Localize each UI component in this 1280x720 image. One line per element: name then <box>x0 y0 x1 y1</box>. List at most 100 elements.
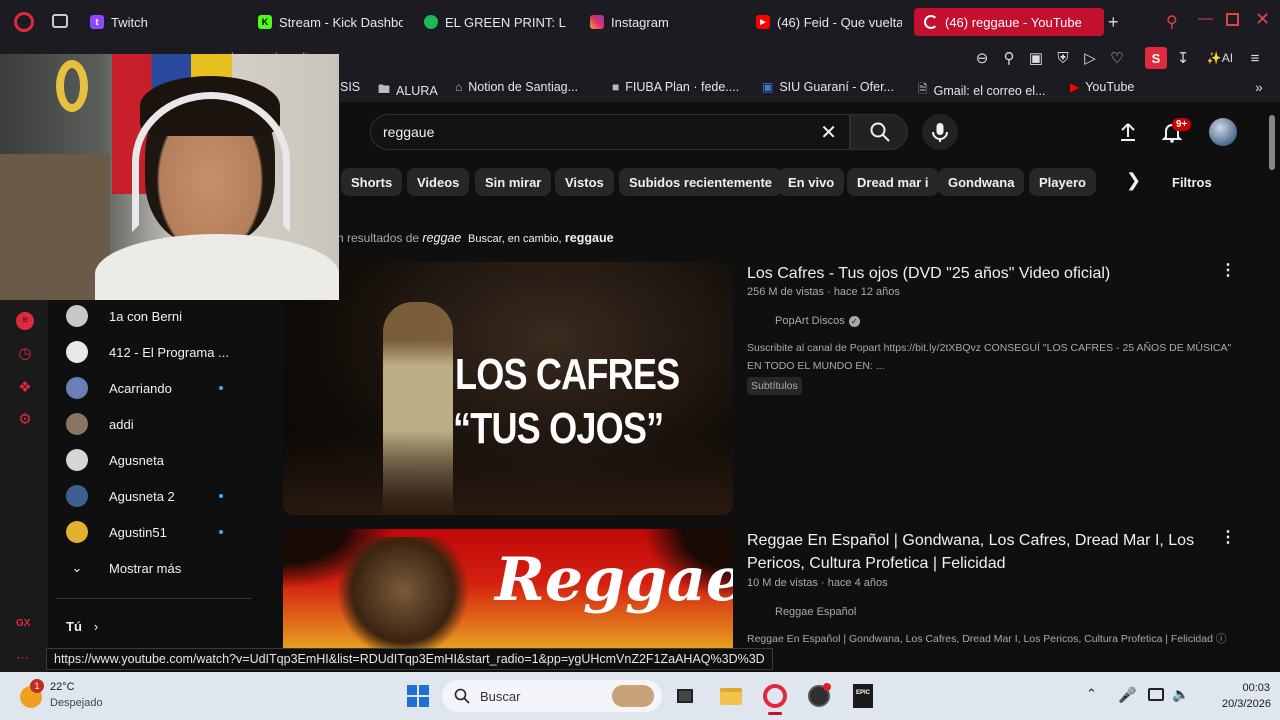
workspaces-icon[interactable] <box>52 14 68 28</box>
bookmark-youtube[interactable]: ▶ YouTube <box>1070 80 1134 94</box>
correction-shown[interactable]: reggae <box>422 231 461 245</box>
bookmark-alura[interactable]: 🖿 ALURA <box>378 80 438 101</box>
extensions-icon[interactable]: ❖ <box>16 378 34 396</box>
download-icon[interactable]: ↧ <box>1172 47 1194 69</box>
close-window-icon[interactable]: ✕ <box>1255 9 1270 30</box>
network-icon[interactable] <box>1148 688 1164 701</box>
filter-chip[interactable]: Playero <box>1029 168 1096 196</box>
sidebar-subscription[interactable]: 1a con Berni <box>66 304 182 328</box>
upload-button[interactable] <box>1116 120 1140 144</box>
new-tab-icon[interactable]: + <box>1108 12 1119 33</box>
scrollbar-thumb[interactable] <box>1269 115 1275 170</box>
tray-overflow-icon[interactable]: ⌃ <box>1086 686 1097 702</box>
sidebar-subscription[interactable]: 412 - El Programa ... <box>66 340 229 364</box>
tab-label: EL GREEN PRINT: La <box>445 14 566 30</box>
show-more-button[interactable]: ⌄ Mostrar más <box>66 556 182 580</box>
video-menu-icon[interactable]: ⋮ <box>1220 527 1236 547</box>
channel-row[interactable]: Reggae Español <box>747 602 856 622</box>
correction-alt-prefix: Buscar, en cambio, <box>468 233 562 245</box>
microphone-tray-icon[interactable]: 🎤 <box>1118 686 1137 704</box>
filter-chip-label: Gondwana <box>948 174 1015 190</box>
filter-chip[interactable]: Videos <box>407 168 470 196</box>
epic-games-icon[interactable]: EPIC <box>851 684 875 708</box>
more-dots-icon[interactable]: ⋯ <box>16 650 29 666</box>
settings-icon[interactable]: ⚙ <box>16 410 34 428</box>
pin-icon[interactable]: ⚲ <box>998 47 1020 69</box>
voice-search-button[interactable] <box>922 114 958 150</box>
bookmarks-overflow-icon[interactable]: » <box>1255 79 1263 95</box>
bookmark-label: Notion de Santiag... <box>468 80 579 94</box>
opera-gx-icon[interactable] <box>763 684 787 708</box>
sidebar-subscription[interactable]: Agusneta <box>66 448 164 472</box>
volume-icon[interactable]: 🔈 <box>1172 686 1189 703</box>
filter-chip[interactable]: Vistos <box>555 168 614 196</box>
search-tabs-icon[interactable]: ⚲ <box>1166 12 1178 32</box>
video-title[interactable]: Reggae En Español | Gondwana, Los Cafres… <box>747 529 1202 575</box>
gx-icon[interactable]: GX <box>16 618 30 629</box>
clock-date: 20/3/2026 <box>1222 698 1271 710</box>
chips-next-icon[interactable]: ❯ <box>1126 170 1141 191</box>
video-menu-icon[interactable]: ⋮ <box>1220 260 1236 280</box>
music-icon[interactable]: ≡ <box>16 312 34 330</box>
shield-icon[interactable]: ⛨ <box>1052 47 1074 69</box>
video-thumbnail[interactable]: Reggae <box>283 529 733 649</box>
upload-icon <box>1121 123 1135 141</box>
tab-twitch[interactable]: t Twitch <box>90 8 148 36</box>
bookmark-siu[interactable]: ▣ SIU Guaraní - Ofer... <box>762 80 894 94</box>
correction-prefix: n resultados de <box>337 231 420 245</box>
bookmark-gmail[interactable]: 🗎 Gmail: el correo el... <box>918 80 1046 101</box>
zoom-icon[interactable]: ⊖ <box>971 47 993 69</box>
tab-youtube-reggaue[interactable]: (46) reggaue - YouTube <box>914 8 1104 36</box>
file-explorer-icon[interactable] <box>719 684 743 708</box>
profile-s-icon[interactable]: S <box>1145 47 1167 69</box>
opera-logo-icon[interactable] <box>14 12 34 32</box>
tab-instagram[interactable]: Instagram <box>590 8 669 36</box>
menu-icon[interactable]: ≡ <box>1244 47 1266 69</box>
tab-kick[interactable]: K Stream - Kick Dashbo <box>258 8 403 36</box>
sidebar-subscription[interactable]: addi <box>66 412 134 436</box>
sidebar-subscription[interactable]: Agustin51 <box>66 520 167 544</box>
tab-label: (46) reggaue - YouTube <box>945 14 1082 30</box>
youtube-icon: ▶ <box>756 15 770 29</box>
tab-label: Stream - Kick Dashbo <box>279 14 403 30</box>
balloon-zero <box>56 60 88 112</box>
taskbar-search[interactable]: Buscar <box>442 680 662 712</box>
tab-youtube-feid[interactable]: ▶ (46) Feid - Que vuelta <box>756 8 902 36</box>
maximize-icon[interactable] <box>1226 13 1239 26</box>
snapshot-icon[interactable]: ▣ <box>1025 47 1047 69</box>
windows-start-icon[interactable] <box>406 684 430 708</box>
avatar[interactable] <box>1209 118 1237 146</box>
sidebar-divider <box>56 598 251 599</box>
tab-spotify[interactable]: EL GREEN PRINT: La <box>424 8 566 36</box>
task-view-icon[interactable] <box>673 684 697 708</box>
channel-avatar <box>66 521 88 543</box>
sidebar-subscription[interactable]: Agusneta 2 <box>66 484 175 508</box>
filter-chip[interactable]: Gondwana <box>938 168 1025 196</box>
filter-chip[interactable]: Sin mirar <box>475 168 552 196</box>
filter-chip[interactable]: Subidos recientemente <box>619 168 783 196</box>
ai-icon[interactable]: ✨AI <box>1205 47 1235 69</box>
search-input[interactable]: reggaue ✕ <box>370 114 850 150</box>
sidebar-subscription[interactable]: Acarriando <box>66 376 172 400</box>
page-scrollbar[interactable] <box>1268 110 1276 670</box>
filter-chip[interactable]: Dread mar i <box>847 168 939 196</box>
filters-button[interactable]: Filtros <box>1162 168 1222 196</box>
player-icon[interactable]: ▷ <box>1079 47 1101 69</box>
history-icon[interactable]: ◷ <box>16 344 34 362</box>
filter-chip[interactable]: Shorts <box>341 168 403 196</box>
search-button[interactable] <box>850 114 908 150</box>
channel-row[interactable]: PopArt Discos ✓ <box>747 311 860 331</box>
minimize-icon[interactable]: — <box>1198 10 1213 27</box>
bookmark-sis[interactable]: SIS <box>340 80 360 94</box>
bookmark-fiuba[interactable]: ■ FIUBA Plan · fede.... <box>612 80 739 94</box>
weather-widget[interactable]: 1 22°C Despejado <box>18 678 128 716</box>
bookmark-notion[interactable]: ⌂ Notion de Santiag... <box>455 80 578 94</box>
sidebar-item-you[interactable]: Tú › <box>66 614 98 638</box>
clock[interactable]: 00:03 20/3/2026 <box>1222 680 1271 712</box>
video-thumbnail[interactable]: LOS CAFRES “TUS OJOS” <box>283 262 733 515</box>
video-title[interactable]: Los Cafres - Tus ojos (DVD "25 años" Vid… <box>747 262 1217 285</box>
clear-search-icon[interactable]: ✕ <box>820 120 837 145</box>
filter-chip[interactable]: En vivo <box>778 168 845 196</box>
heart-icon[interactable]: ♡ <box>1106 47 1128 69</box>
correction-alt-link[interactable]: reggaue <box>565 231 614 245</box>
